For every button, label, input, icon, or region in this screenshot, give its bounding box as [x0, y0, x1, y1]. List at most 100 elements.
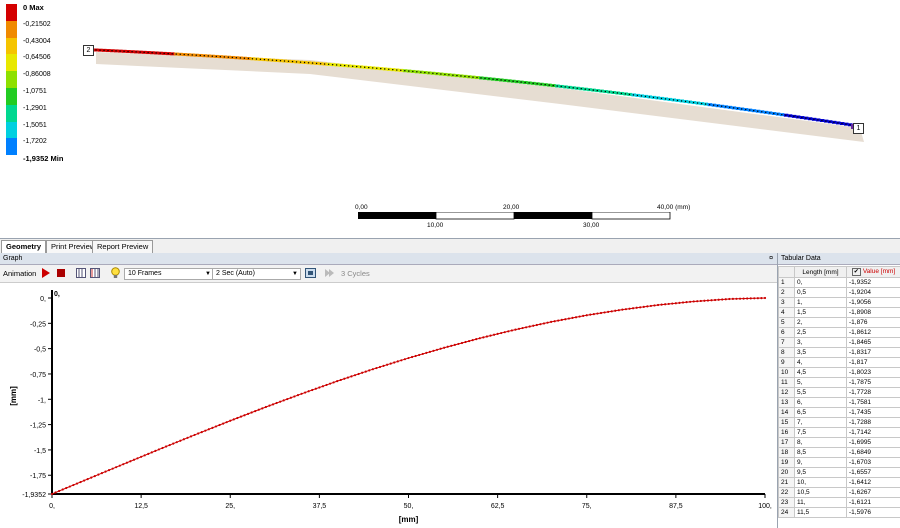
table-row[interactable]: 7 3, -1,8465	[778, 337, 900, 348]
x-tick-label: 50,	[404, 503, 414, 510]
data-point	[435, 348, 439, 351]
table-row[interactable]: 19 9, -1,6703	[778, 457, 900, 468]
scale-label-20: 20,00	[503, 204, 520, 211]
graph-panel-title: Graph ¤	[0, 253, 777, 265]
beam-node	[568, 86, 570, 89]
table-row[interactable]: 22 10,5 -1,6267	[778, 487, 900, 498]
table-row[interactable]: 13 6, -1,7581	[778, 397, 900, 408]
table-row[interactable]: 12 5,5 -1,7728	[778, 387, 900, 398]
row-index: 7	[778, 337, 795, 348]
data-point	[450, 344, 453, 347]
length-cell: 4,5	[794, 367, 847, 378]
length-header[interactable]: Length [mm]	[794, 266, 847, 278]
beam-node	[532, 82, 534, 85]
table-row[interactable]: 21 10, -1,6412	[778, 477, 900, 488]
beam-node	[692, 101, 695, 104]
beam-node	[452, 74, 454, 76]
table-row[interactable]: 17 8, -1,6995	[778, 437, 900, 448]
table-row[interactable]: 3 1, -1,9056	[778, 297, 900, 308]
table-row[interactable]: 4 1,5 -1,8908	[778, 307, 900, 318]
table-row[interactable]: 11 5, -1,7875	[778, 377, 900, 388]
duration-select[interactable]: 2 Sec (Auto) ▼	[212, 268, 301, 280]
beam-node	[428, 72, 430, 74]
beam-node	[235, 57, 238, 59]
beam-node	[660, 97, 663, 100]
data-point	[257, 408, 260, 411]
table-row[interactable]: 15 7, -1,7288	[778, 417, 900, 428]
table-row[interactable]: 10 4,5 -1,8023	[778, 367, 900, 378]
graph-title-text: Graph	[3, 255, 23, 262]
beam-node	[468, 76, 470, 78]
beam-node	[608, 91, 611, 93]
length-cell: 3,	[794, 337, 847, 348]
legend-label: -1,5051	[23, 121, 47, 129]
length-cell: 1,	[794, 297, 847, 308]
result-frames-icon[interactable]	[90, 268, 100, 278]
distributed-frames-icon[interactable]	[76, 268, 86, 278]
beam-node	[628, 93, 631, 96]
export-video-icon[interactable]	[305, 268, 316, 278]
beam-node	[155, 52, 157, 54]
value-header-label: Value [mm]	[862, 268, 896, 275]
beam-node	[664, 98, 667, 100]
beam-node	[600, 90, 603, 92]
beam-node	[319, 63, 322, 65]
table-row[interactable]: 23 11, -1,6121	[778, 497, 900, 508]
value-cell: -1,8317	[846, 347, 900, 358]
table-row[interactable]: 18 8,5 -1,6849	[778, 447, 900, 458]
tab-report-preview[interactable]: Report Preview	[92, 240, 154, 253]
table-row[interactable]: 1 0, -1,9352	[778, 277, 900, 288]
data-point	[150, 451, 153, 454]
beam-node	[496, 78, 498, 81]
table-row[interactable]: 16 7,5 -1,7142	[778, 427, 900, 438]
data-point	[82, 479, 86, 482]
table-header-row: Length [mm] ✔ Value [mm]	[778, 266, 900, 278]
beam-node	[167, 52, 169, 55]
table-row[interactable]: 9 4, -1,817	[778, 357, 900, 368]
data-point	[746, 297, 749, 300]
value-header[interactable]: ✔ Value [mm]	[846, 266, 900, 278]
data-point	[667, 302, 670, 306]
data-point	[143, 454, 146, 457]
pin-icon[interactable]: ¤	[769, 253, 773, 264]
data-point	[724, 298, 727, 301]
beam-node	[524, 81, 526, 84]
table-row[interactable]: 14 6,5 -1,7435	[778, 407, 900, 418]
data-point	[685, 301, 688, 304]
data-point	[304, 391, 307, 394]
row-index: 16	[778, 427, 795, 438]
beam-node	[343, 64, 346, 67]
data-point	[628, 307, 631, 310]
animation-label: Animation	[3, 269, 37, 278]
row-index: 5	[778, 317, 795, 328]
beam-node	[845, 123, 847, 125]
checkbox-icon[interactable]: ✔	[851, 268, 861, 276]
data-point	[510, 329, 513, 332]
scale-bar-graphic	[358, 212, 671, 220]
beam-node	[412, 70, 414, 73]
lightbulb-icon[interactable]	[111, 267, 120, 279]
table-row[interactable]: 6 2,5 -1,8612	[778, 327, 900, 338]
play-icon[interactable]	[41, 268, 51, 278]
table-row[interactable]: 24 11,5 -1,5976	[778, 507, 900, 518]
frames-select[interactable]: 10 Frames ▼	[124, 268, 214, 280]
data-point	[211, 426, 214, 429]
node-tag-right[interactable]: 1	[853, 123, 864, 134]
data-point	[339, 378, 342, 382]
data-point	[489, 334, 492, 337]
stop-icon[interactable]	[57, 269, 65, 277]
table-row[interactable]: 8 3,5 -1,8317	[778, 347, 900, 358]
data-point	[710, 299, 713, 302]
tab-geometry[interactable]: Geometry	[1, 240, 47, 253]
graphics-viewport[interactable]: 2 1	[0, 0, 900, 237]
tabular-data-table: Length [mm] ✔ Value [mm] 1 0, -1,9352 2 0,5 -1…	[778, 266, 900, 518]
beam-node	[404, 70, 406, 72]
table-row[interactable]: 20 9,5 -1,6557	[778, 467, 900, 478]
table-row[interactable]: 5 2, -1,876	[778, 317, 900, 328]
legend-label: -1,2901	[23, 104, 47, 112]
table-row[interactable]: 2 0,5 -1,9204	[778, 287, 900, 298]
data-point	[147, 452, 150, 455]
beam-node	[372, 67, 374, 69]
beam-node	[456, 74, 458, 77]
value-cell: -1,5976	[846, 507, 900, 518]
